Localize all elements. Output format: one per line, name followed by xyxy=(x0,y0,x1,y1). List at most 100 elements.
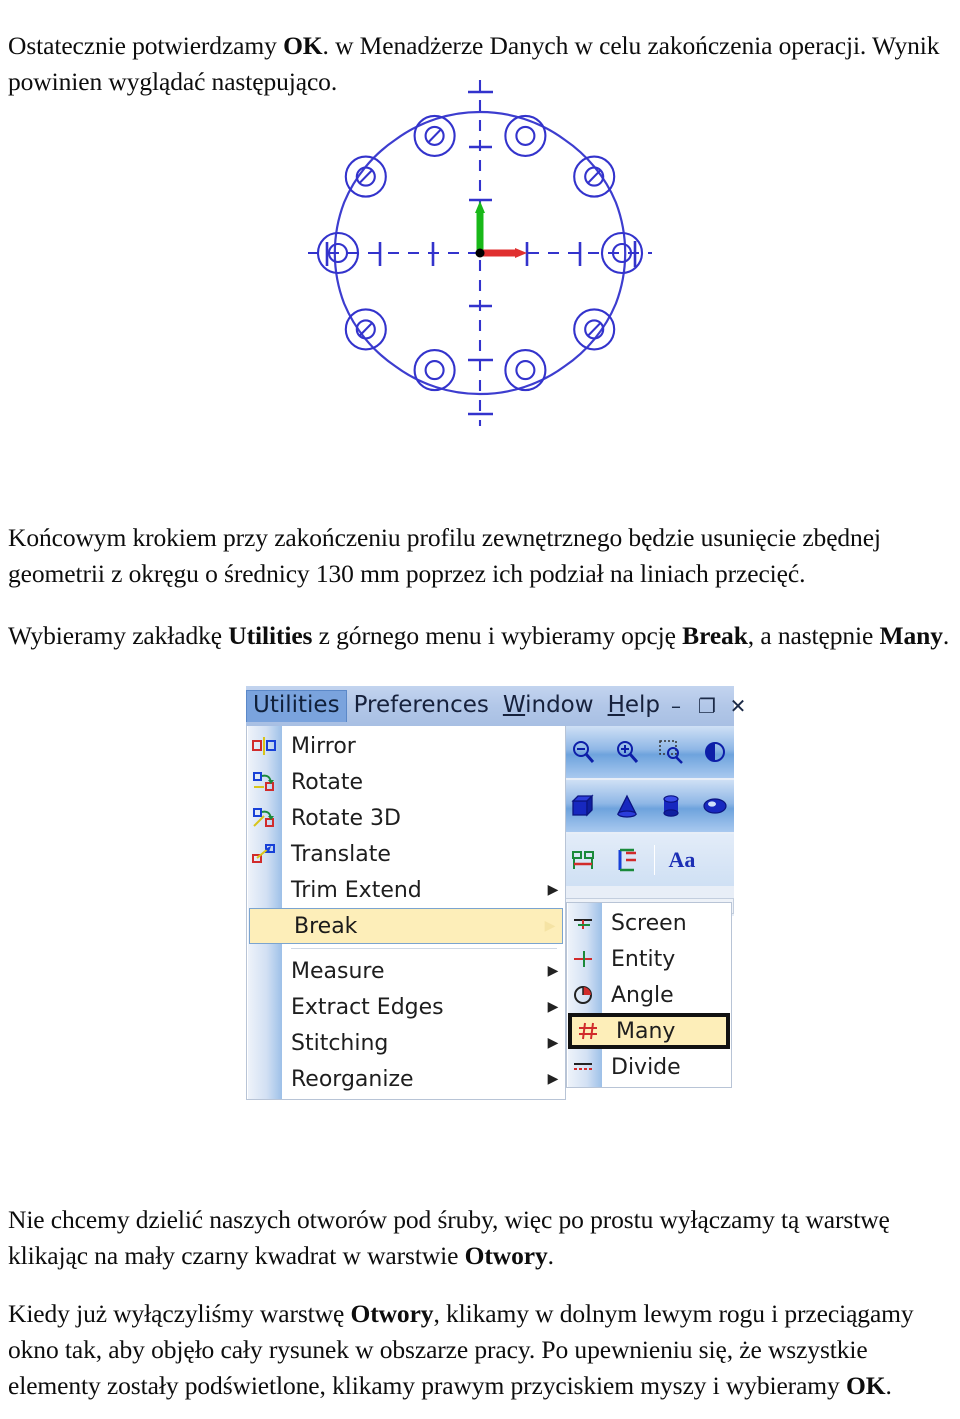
break-submenu: Screen Entity Angle Many Divide xyxy=(566,902,732,1088)
menubar-item-preferences[interactable]: Preferences xyxy=(347,691,496,722)
cone-primitive-icon[interactable] xyxy=(610,789,644,823)
datum-axis-icon[interactable] xyxy=(610,843,644,877)
no-icon xyxy=(250,911,284,941)
translate-icon xyxy=(247,839,281,869)
utilities-menu-screenshot: Aa Utilities Preferences Window Help – ❐… xyxy=(246,686,746,1100)
chevron-right-icon: ▶ xyxy=(547,963,559,979)
break-many-icon xyxy=(572,1016,606,1046)
cad-drawing-figure xyxy=(296,70,664,435)
chevron-right-icon: ▶ xyxy=(547,1071,559,1087)
zoom-area-icon[interactable] xyxy=(654,735,688,769)
menu-item-break[interactable]: Break ▶ xyxy=(249,908,563,944)
toolbar-row-view xyxy=(562,726,734,780)
sphere-primitive-icon[interactable] xyxy=(698,789,732,823)
origin-axes xyxy=(475,201,527,258)
chevron-right-icon: ▶ xyxy=(547,999,559,1015)
menu-item-label: Extract Edges xyxy=(291,994,444,1020)
menu-item-label: Rotate xyxy=(291,769,364,795)
menu-item-label: Measure xyxy=(291,958,385,984)
submenu-item-angle[interactable]: Angle xyxy=(567,977,731,1013)
toolbar-separator xyxy=(654,845,655,875)
zoom-out-icon[interactable] xyxy=(566,735,600,769)
break-entity-icon xyxy=(567,944,601,974)
layers-text-1: Nie chcemy dzielić naszych otworów pod ś… xyxy=(8,1204,890,1270)
select-bold-ok: OK xyxy=(845,1370,886,1400)
util-bold-many: Many xyxy=(879,620,943,650)
select-text-1: Kiedy już wyłączyliśmy warstwę xyxy=(8,1298,351,1328)
rotate-view-icon[interactable] xyxy=(698,735,732,769)
menu-item-measure[interactable]: Measure ▶ xyxy=(247,953,565,989)
no-icon xyxy=(247,875,281,905)
paragraph-utilities-break-many: Wybieramy zakładkę Utilities z górnego m… xyxy=(8,618,960,654)
select-text-3: . xyxy=(885,1370,892,1400)
intro-bold-ok: OK xyxy=(283,30,323,60)
rotate-icon xyxy=(247,767,281,797)
menubar-item-help[interactable]: Help xyxy=(601,691,667,722)
submenu-item-many[interactable]: Many xyxy=(568,1013,730,1049)
box-primitive-icon[interactable] xyxy=(566,789,600,823)
break-divide-icon xyxy=(567,1052,601,1082)
menu-item-label: Trim Extend xyxy=(291,877,422,903)
menu-item-label: Stitching xyxy=(291,1030,389,1056)
flange-sketch-svg xyxy=(308,80,652,426)
toolbar-row-annotation: Aa xyxy=(562,834,734,888)
submenu-item-label: Divide xyxy=(611,1054,681,1080)
application-menubar: Utilities Preferences Window Help – ❐ ✕ xyxy=(246,686,746,726)
no-icon xyxy=(247,992,281,1022)
menubar-help-rest: elp xyxy=(624,691,660,718)
cylinder-primitive-icon[interactable] xyxy=(654,789,688,823)
zoom-in-icon[interactable] xyxy=(610,735,644,769)
menu-separator xyxy=(291,948,557,949)
menu-item-trim-extend[interactable]: Trim Extend ▶ xyxy=(247,872,565,908)
submenu-item-entity[interactable]: Entity xyxy=(567,941,731,977)
menu-item-label: Mirror xyxy=(291,733,356,759)
submenu-item-screen[interactable]: Screen xyxy=(567,905,731,941)
util-bold-utilities: Utilities xyxy=(228,620,313,650)
menubar-window-mnemonic: W xyxy=(502,691,526,718)
submenu-item-label: Entity xyxy=(611,946,676,972)
chevron-right-icon: ▶ xyxy=(547,1035,559,1051)
menubar-item-utilities[interactable]: Utilities xyxy=(246,690,347,722)
intro-text-1: Ostatecznie potwierdzamy xyxy=(8,30,284,60)
break-screen-icon xyxy=(567,908,601,938)
menubar-help-mnemonic: H xyxy=(607,691,625,718)
layers-bold-otwory: Otwory xyxy=(464,1240,548,1270)
paragraph-layers-otwory: Nie chcemy dzielić naszych otworów pod ś… xyxy=(8,1202,948,1274)
menu-item-rotate[interactable]: Rotate xyxy=(247,764,565,800)
datum-plane-icon[interactable] xyxy=(566,843,600,877)
text-annotation-icon[interactable]: Aa xyxy=(665,843,699,877)
submenu-item-label: Screen xyxy=(611,910,687,936)
layers-text-2: . xyxy=(547,1240,554,1270)
menu-item-translate[interactable]: Translate xyxy=(247,836,565,872)
menu-item-rotate-3d[interactable]: Rotate 3D xyxy=(247,800,565,836)
rotate-3d-icon xyxy=(247,803,281,833)
menu-item-stitching[interactable]: Stitching ▶ xyxy=(247,1025,565,1061)
cad-toolbar-panel: Aa xyxy=(562,726,734,916)
menubar-window-rest: indow xyxy=(525,691,594,718)
document-page: Ostatecznie potwierdzamy OK. w Menadżerz… xyxy=(0,0,960,1419)
menu-item-reorganize[interactable]: Reorganize ▶ xyxy=(247,1061,565,1097)
no-icon xyxy=(247,1028,281,1058)
paragraph-select-all: Kiedy już wyłączyliśmy warstwę Otwory, k… xyxy=(8,1296,952,1404)
select-bold-otwory: Otwory xyxy=(350,1298,434,1328)
submenu-item-label: Many xyxy=(616,1018,676,1044)
utilities-dropdown-menu: Mirror Rotate Rotate 3D Translate Trim E… xyxy=(246,726,566,1100)
submenu-item-label: Angle xyxy=(611,982,674,1008)
menu-item-mirror[interactable]: Mirror xyxy=(247,728,565,764)
menu-item-label: Translate xyxy=(291,841,391,867)
no-icon xyxy=(247,1064,281,1094)
util-text-2: z górnego menu i wybieramy opcję xyxy=(312,620,683,650)
menu-item-label: Reorganize xyxy=(291,1066,414,1092)
no-icon xyxy=(247,956,281,986)
submenu-item-divide[interactable]: Divide xyxy=(567,1049,731,1085)
break-angle-icon xyxy=(567,980,601,1010)
close-button[interactable]: ✕ xyxy=(729,696,747,716)
menu-item-extract-edges[interactable]: Extract Edges ▶ xyxy=(247,989,565,1025)
restore-button[interactable]: ❐ xyxy=(698,696,716,716)
chevron-right-icon: ▶ xyxy=(544,918,556,934)
util-text-1: Wybieramy zakładkę xyxy=(8,620,229,650)
toolbar-row-primitives xyxy=(562,780,734,834)
menubar-item-window[interactable]: Window xyxy=(496,691,601,722)
util-bold-break: Break xyxy=(682,620,748,650)
minimize-button[interactable]: – xyxy=(667,696,685,716)
